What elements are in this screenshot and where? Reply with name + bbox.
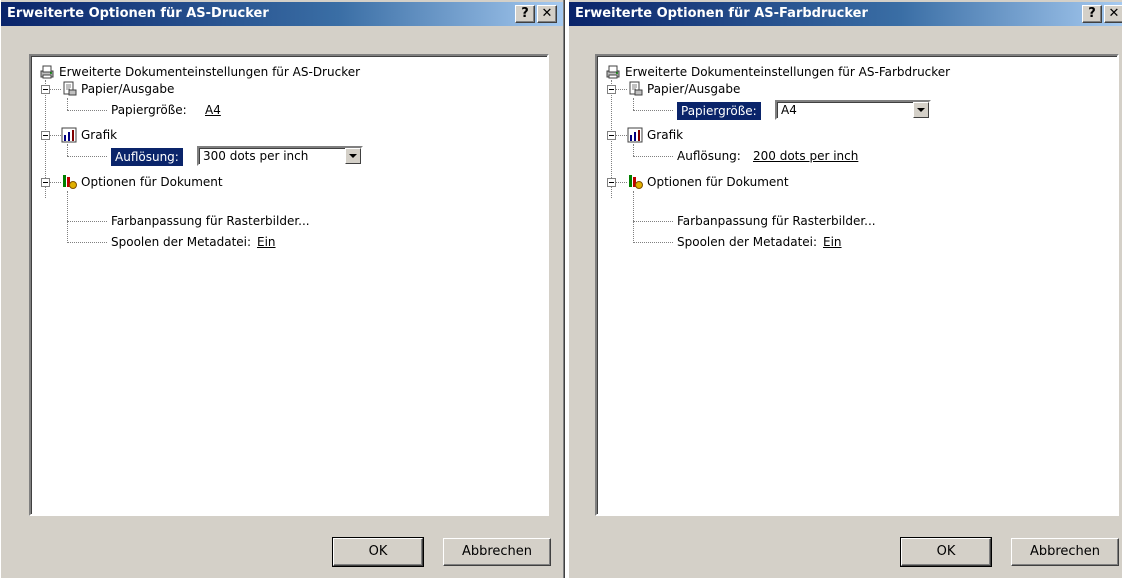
resolution-dropdown-value: 300 dots per inch bbox=[203, 149, 309, 163]
paper-size-label: Papiergröße: bbox=[111, 103, 187, 117]
document-options-icon bbox=[629, 175, 643, 189]
paper-output-icon bbox=[63, 81, 77, 96]
paper-size-value-link[interactable]: A4 bbox=[205, 102, 221, 118]
bar-chart-icon bbox=[627, 127, 643, 143]
color-matching-item[interactable]: Farbanpassung für Rasterbilder... bbox=[677, 213, 876, 229]
bar-chart-icon bbox=[61, 127, 77, 143]
printer-icon bbox=[606, 65, 620, 79]
tree-root-label: Erweiterte Dokumenteinstellungen für AS-… bbox=[625, 65, 951, 79]
collapse-graphics-toggle[interactable] bbox=[41, 131, 50, 140]
window-title: Erweiterte Optionen für AS-Drucker bbox=[7, 6, 269, 21]
cancel-button[interactable]: Abbrechen bbox=[443, 538, 551, 566]
title-bar[interactable]: Erweiterte Optionen für AS-Drucker ? ✕ bbox=[1, 2, 563, 26]
spool-metafile-label: Spoolen der Metadatei: bbox=[677, 235, 818, 249]
tree-item-paper-output[interactable]: Papier/Ausgabe bbox=[81, 81, 174, 97]
collapse-document-options-toggle[interactable] bbox=[41, 178, 50, 187]
paper-output-icon bbox=[629, 81, 643, 96]
collapse-paper-toggle[interactable] bbox=[607, 85, 616, 94]
window-title: Erweiterte Optionen für AS-Farbdrucker bbox=[575, 6, 868, 21]
tree-item-graphics[interactable]: Grafik bbox=[81, 127, 117, 143]
paper-size-dropdown-value: A4 bbox=[781, 103, 797, 117]
tree-root-label: Erweiterte Dokumenteinstellungen für AS-… bbox=[59, 65, 361, 79]
tree-item-document-options[interactable]: Optionen für Dokument bbox=[647, 174, 789, 190]
chevron-down-icon[interactable] bbox=[913, 102, 929, 118]
collapse-document-options-toggle[interactable] bbox=[607, 178, 616, 187]
color-matching-item[interactable]: Farbanpassung für Rasterbilder... bbox=[111, 213, 310, 229]
dialog-as-drucker: Erweiterte Optionen für AS-Drucker ? ✕ E… bbox=[0, 0, 563, 578]
cancel-button[interactable]: Abbrechen bbox=[1011, 538, 1119, 566]
resolution-dropdown[interactable]: 300 dots per inch bbox=[197, 146, 363, 166]
tree-item-graphics[interactable]: Grafik bbox=[647, 127, 683, 143]
tree-item-paper-output[interactable]: Papier/Ausgabe bbox=[647, 81, 740, 97]
spool-metafile-value-link[interactable]: Ein bbox=[823, 234, 842, 250]
collapse-graphics-toggle[interactable] bbox=[607, 131, 616, 140]
paper-size-label: Papiergröße: bbox=[677, 102, 761, 120]
close-button[interactable]: ✕ bbox=[1104, 5, 1122, 23]
help-button[interactable]: ? bbox=[1082, 5, 1102, 23]
dialog-as-farbdrucker: Erweiterte Optionen für AS-Farbdrucker ?… bbox=[568, 0, 1122, 578]
resolution-value-link[interactable]: 200 dots per inch bbox=[753, 148, 858, 164]
collapse-paper-toggle[interactable] bbox=[41, 85, 50, 94]
resolution-label: Auflösung: bbox=[677, 149, 741, 163]
printer-icon bbox=[40, 65, 54, 79]
ok-button[interactable]: OK bbox=[332, 537, 424, 567]
help-button[interactable]: ? bbox=[515, 5, 535, 23]
chevron-down-icon[interactable] bbox=[345, 148, 361, 164]
close-button[interactable]: ✕ bbox=[537, 5, 557, 23]
settings-tree[interactable]: Erweiterte Dokumenteinstellungen für AS-… bbox=[595, 54, 1119, 516]
paper-size-dropdown[interactable]: A4 bbox=[775, 100, 931, 120]
document-options-icon bbox=[63, 175, 77, 189]
title-bar[interactable]: Erweiterte Optionen für AS-Farbdrucker ?… bbox=[569, 2, 1122, 26]
ok-button[interactable]: OK bbox=[900, 537, 992, 567]
spool-metafile-value-link[interactable]: Ein bbox=[257, 234, 276, 250]
resolution-label: Auflösung: bbox=[111, 148, 183, 166]
tree-item-document-options[interactable]: Optionen für Dokument bbox=[81, 174, 223, 190]
settings-tree[interactable]: Erweiterte Dokumenteinstellungen für AS-… bbox=[29, 54, 549, 516]
spool-metafile-label: Spoolen der Metadatei: bbox=[111, 235, 252, 249]
